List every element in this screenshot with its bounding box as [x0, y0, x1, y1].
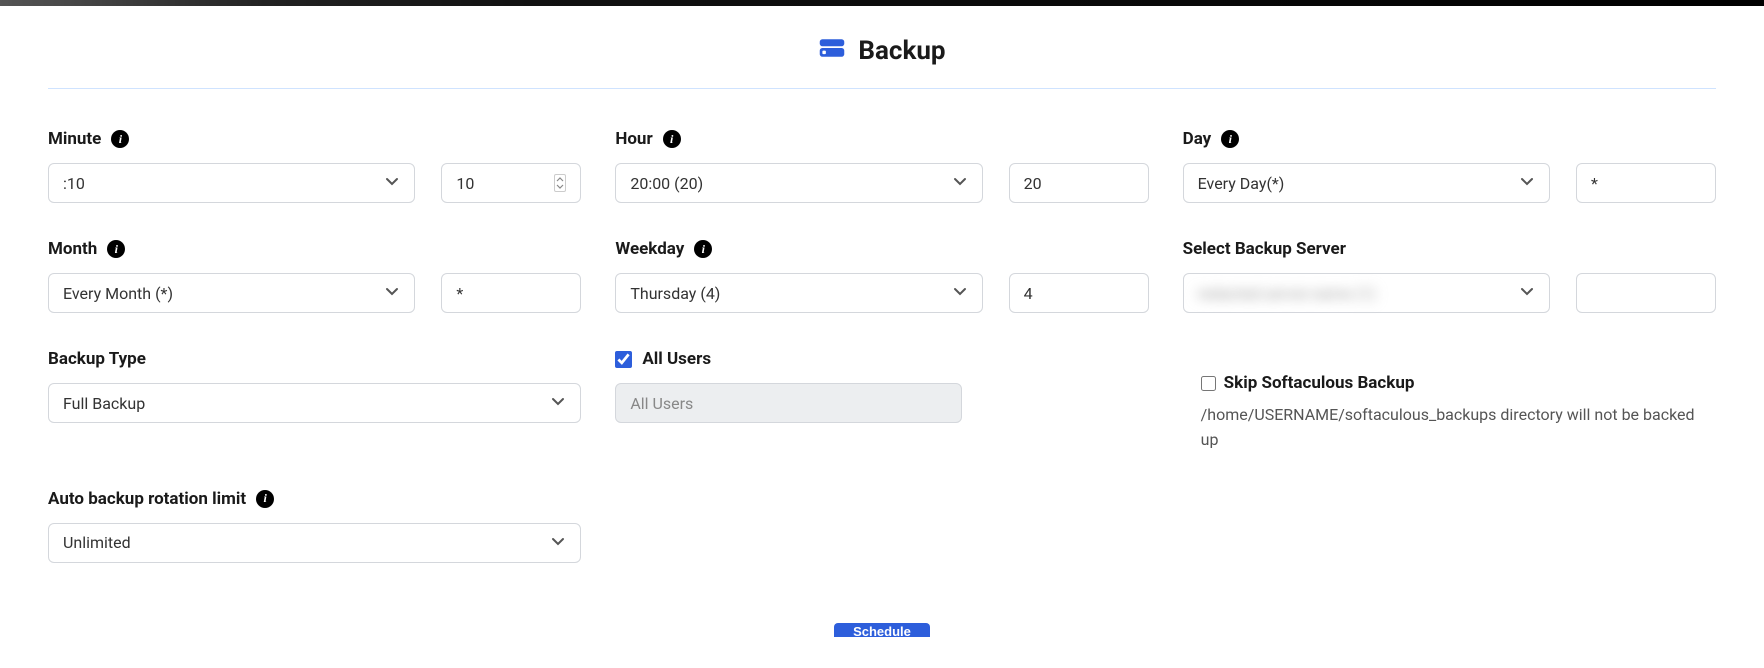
skip-softaculous-desc: /home/USERNAME/softaculous_backups direc…: [1201, 403, 1716, 453]
day-label: Day: [1183, 129, 1212, 149]
backup-type-select[interactable]: Full Backup: [48, 383, 581, 423]
backup-type-field: Backup Type Full Backup: [48, 349, 581, 453]
server-select[interactable]: redacted.server.name (1): [1183, 273, 1550, 313]
chevron-down-icon: [384, 283, 400, 303]
info-icon[interactable]: i: [1221, 130, 1239, 148]
skip-backup-field: Skip Softaculous Backup /home/USERNAME/s…: [1183, 349, 1716, 453]
section-divider: [48, 88, 1716, 89]
weekday-select[interactable]: Thursday (4): [615, 273, 982, 313]
info-icon[interactable]: i: [107, 240, 125, 258]
chevron-down-icon: [952, 173, 968, 193]
chevron-down-icon: [1519, 173, 1535, 193]
day-value-input[interactable]: *: [1576, 163, 1716, 203]
info-icon[interactable]: i: [663, 130, 681, 148]
all-users-checkbox[interactable]: [615, 351, 632, 368]
weekday-label: Weekday: [615, 239, 684, 259]
minute-label: Minute: [48, 129, 101, 149]
server-redacted: redacted.server.name (1): [1198, 284, 1376, 303]
all-users-input-disabled: All Users: [615, 383, 962, 423]
rotation-select[interactable]: Unlimited: [48, 523, 581, 563]
day-select[interactable]: Every Day(*): [1183, 163, 1550, 203]
rotation-label: Auto backup rotation limit: [48, 489, 246, 509]
server-label: Select Backup Server: [1183, 239, 1346, 259]
month-value-input[interactable]: *: [441, 273, 581, 313]
month-field: Month i Every Month (*) *: [48, 239, 581, 313]
chevron-down-icon: [1519, 283, 1535, 303]
hour-value-input[interactable]: 20: [1009, 163, 1149, 203]
chevron-down-icon: [952, 283, 968, 303]
info-icon[interactable]: i: [111, 130, 129, 148]
chevron-down-icon: [550, 533, 566, 553]
page-title-text: Backup: [858, 36, 945, 66]
hour-field: Hour i 20:00 (20) 20: [615, 129, 1148, 203]
server-value-input[interactable]: [1576, 273, 1716, 313]
info-icon[interactable]: i: [256, 490, 274, 508]
chevron-down-icon: [550, 393, 566, 413]
day-field: Day i Every Day(*) *: [1183, 129, 1716, 203]
minute-value-input[interactable]: 10: [441, 163, 581, 203]
backup-settings-panel: Backup Minute i :10 10: [0, 6, 1764, 657]
info-icon[interactable]: i: [694, 240, 712, 258]
all-users-label[interactable]: All Users: [642, 349, 711, 369]
skip-softaculous-checkbox[interactable]: [1201, 376, 1216, 391]
minute-field: Minute i :10 10: [48, 129, 581, 203]
hour-label: Hour: [615, 129, 652, 149]
all-users-field: All Users All Users: [615, 349, 1148, 453]
backup-icon: [818, 36, 846, 66]
chevron-down-icon: [384, 173, 400, 193]
rotation-field: Auto backup rotation limit i Unlimited: [48, 489, 581, 563]
schedule-button[interactable]: Schedule: [834, 623, 930, 637]
skip-softaculous-label[interactable]: Skip Softaculous Backup: [1224, 373, 1415, 393]
page-title: Backup: [48, 36, 1716, 66]
backup-type-label: Backup Type: [48, 349, 146, 369]
weekday-value-input[interactable]: 4: [1009, 273, 1149, 313]
server-field: Select Backup Server redacted.server.nam…: [1183, 239, 1716, 313]
hour-select[interactable]: 20:00 (20): [615, 163, 982, 203]
stepper-icon[interactable]: [554, 174, 566, 192]
weekday-field: Weekday i Thursday (4) 4: [615, 239, 1148, 313]
submit-area: Schedule: [48, 623, 1716, 637]
month-select[interactable]: Every Month (*): [48, 273, 415, 313]
minute-select[interactable]: :10: [48, 163, 415, 203]
month-label: Month: [48, 239, 97, 259]
